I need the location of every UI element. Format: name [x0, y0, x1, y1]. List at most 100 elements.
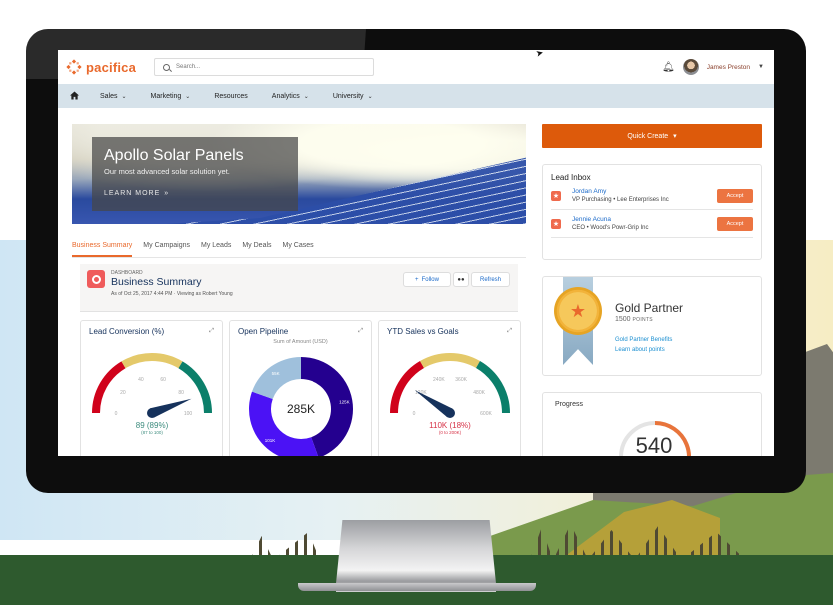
search-input[interactable]: Search...: [154, 58, 375, 76]
gauge-tick-label: 600K: [480, 411, 492, 417]
learn-about-points-link[interactable]: Learn about points: [615, 345, 683, 355]
lead-star-icon: ★: [551, 218, 561, 229]
partner-benefits-link[interactable]: Gold Partner Benefits: [615, 335, 683, 345]
gold-partner-card: ★ Gold Partner 1500 POINTS Gold Partner …: [542, 276, 762, 376]
nav-item-label: University: [332, 92, 364, 100]
expand-icon[interactable]: ⤢: [209, 328, 214, 335]
home-icon[interactable]: [70, 90, 80, 102]
gauge-band: [178, 361, 212, 414]
partner-points: 1500 POINTS: [615, 316, 683, 323]
nav-item-resources[interactable]: Resources: [214, 93, 247, 100]
search-placeholder: Search...: [176, 64, 201, 70]
chart-subtitle: Sum of Amount (USD): [273, 339, 328, 345]
user-name[interactable]: James Preston: [707, 64, 750, 71]
lead-item: ★ Jordan Amy VP Purchasing • Lee Enterpr…: [551, 182, 753, 210]
widget-title: Lead Conversion (%): [89, 327, 165, 336]
lead-star-icon: ★: [551, 190, 561, 201]
nav-item-label: Sales: [100, 92, 118, 100]
gauge-needle-hub: [445, 408, 455, 418]
lead-inbox-card: Lead Inbox ★ Jordan Amy VP Purchasing • …: [542, 164, 762, 260]
dashboard-tabs: Business Summary My Campaigns My Leads M…: [72, 242, 526, 258]
gauge-tick-label: 100: [184, 411, 193, 417]
points-label: POINTS: [632, 317, 653, 323]
tab-my-leads[interactable]: My Leads: [201, 242, 231, 257]
brand-logo[interactable]: pacifica: [66, 59, 136, 75]
donut-slice-label: 55K: [272, 371, 280, 376]
mouse-cursor-icon: ➤: [534, 50, 545, 59]
monitor-stand-foot: [298, 583, 536, 591]
double-chevron-right-icon: »: [164, 190, 170, 197]
star-icon: ★: [569, 301, 587, 321]
right-column: Quick Create ▾ Lead Inbox ★ Jordan Amy V…: [542, 124, 762, 456]
quick-create-button[interactable]: Quick Create ▾: [542, 124, 762, 148]
learn-more-label: LEARN MORE: [104, 190, 161, 197]
gauge-tick-label: 60: [160, 377, 166, 383]
nav-item-sales[interactable]: Sales ⌄: [100, 93, 127, 100]
gauge-band: [475, 361, 510, 414]
main-nav: Sales ⌄ Marketing ⌄ Resources Analytics …: [58, 84, 774, 108]
nav-item-label: Marketing: [150, 92, 182, 100]
lead-name-link[interactable]: Jennie Acuna: [572, 216, 649, 223]
chevron-down-icon: ⌄: [303, 93, 309, 100]
gauge-band: [420, 353, 480, 369]
accept-button[interactable]: Accept: [717, 189, 753, 203]
gauge-tick-label: 0: [413, 411, 416, 417]
learn-more-link[interactable]: LEARN MORE »: [104, 190, 286, 197]
search-icon: [163, 63, 171, 71]
accept-button[interactable]: Accept: [717, 217, 753, 231]
nav-item-marketing[interactable]: Marketing ⌄: [151, 93, 191, 100]
expand-icon[interactable]: ⤢: [507, 328, 512, 335]
dashboard-icon: [87, 270, 105, 288]
widget-ytd-sales: YTD Sales vs Goals ⤢ 0 120K 240K 360K 480K 60…: [378, 320, 521, 456]
main-content: Apollo Solar Panels Our most advanced so…: [58, 108, 774, 456]
user-avatar[interactable]: [682, 59, 699, 75]
gauge-tick-label: 240K: [433, 377, 445, 383]
nav-item-label: Analytics: [271, 92, 300, 100]
gauge-chart: 0120K240K 360K480K600K110K (18%)(0 to 200…: [390, 353, 510, 435]
lead-item: ★ Jennie Acuna CEO • Wood's Powr-Grip In…: [551, 210, 753, 238]
tab-my-deals[interactable]: My Deals: [242, 242, 271, 257]
notifications-bell-icon[interactable]: 🔔︎: [662, 62, 675, 73]
lead-name-link[interactable]: Jordan Amy: [572, 188, 669, 195]
dashboard-meta: As of Oct 25, 2017 4:44 PM · Viewing as …: [111, 291, 233, 297]
gauge-needle-hub: [147, 408, 157, 418]
nav-item-analytics[interactable]: Analytics ⌄: [272, 93, 309, 100]
tab-my-campaigns[interactable]: My Campaigns: [143, 242, 190, 257]
donut-slice-label: 125K: [339, 399, 350, 404]
global-header: pacifica Search... ➤ 🔔︎ James Preston ▼: [58, 50, 774, 84]
donut-slice-label: 101K: [265, 438, 276, 443]
gauge-tick-label: 480K: [473, 390, 485, 396]
user-menu-caret-icon[interactable]: ▼: [758, 64, 764, 70]
monitor-bezel: pacifica Search... ➤ 🔔︎ James Preston ▼ …: [26, 29, 806, 493]
follow-button[interactable]: + Follow: [402, 272, 451, 287]
subscribe-button[interactable]: ●●: [452, 272, 469, 287]
widget-title: YTD Sales vs Goals: [387, 327, 459, 336]
group-icon: ●●: [457, 276, 465, 283]
tab-business-summary[interactable]: Business Summary: [72, 242, 133, 257]
left-column: Apollo Solar Panels Our most advanced so…: [72, 124, 526, 456]
expand-icon[interactable]: ⤢: [358, 328, 363, 335]
refresh-button[interactable]: Refresh: [470, 272, 510, 287]
app-screen: pacifica Search... ➤ 🔔︎ James Preston ▼ …: [58, 50, 774, 456]
gauge-range-label: (87 to 100): [141, 430, 163, 435]
tab-my-cases[interactable]: My Cases: [283, 242, 314, 257]
gauge-tick-label: 80: [178, 390, 184, 396]
nav-item-university[interactable]: University ⌄: [333, 93, 373, 100]
quick-create-label: Quick Create: [627, 132, 669, 140]
donut-chart: 125K 101K 55K 285K: [249, 357, 353, 456]
progress-value: 540: [635, 433, 673, 456]
gauge-range-label: (0 to 200K): [439, 430, 462, 435]
lead-detail: VP Purchasing • Lee Enterprises Inc: [572, 197, 669, 203]
chevron-down-icon: ⌄: [367, 93, 373, 100]
dashboard-title: Business Summary: [111, 276, 202, 288]
hero-subtitle: Our most advanced solar solution yet.: [104, 167, 230, 176]
dashboard-header: DASHBOARD Business Summary As of Oct 25,…: [80, 264, 518, 312]
hero-banner[interactable]: Apollo Solar Panels Our most advanced so…: [72, 124, 526, 224]
gauge-value-label: 89 (89%): [136, 421, 169, 430]
points-value: 1500: [615, 316, 631, 323]
hero-overlay: Apollo Solar Panels Our most advanced so…: [92, 137, 298, 211]
chevron-down-icon: ⌄: [185, 93, 191, 100]
lead-detail: CEO • Wood's Powr-Grip Inc: [572, 225, 649, 231]
hero-title: Apollo Solar Panels: [104, 147, 244, 164]
partner-tier: Gold Partner: [615, 301, 684, 315]
